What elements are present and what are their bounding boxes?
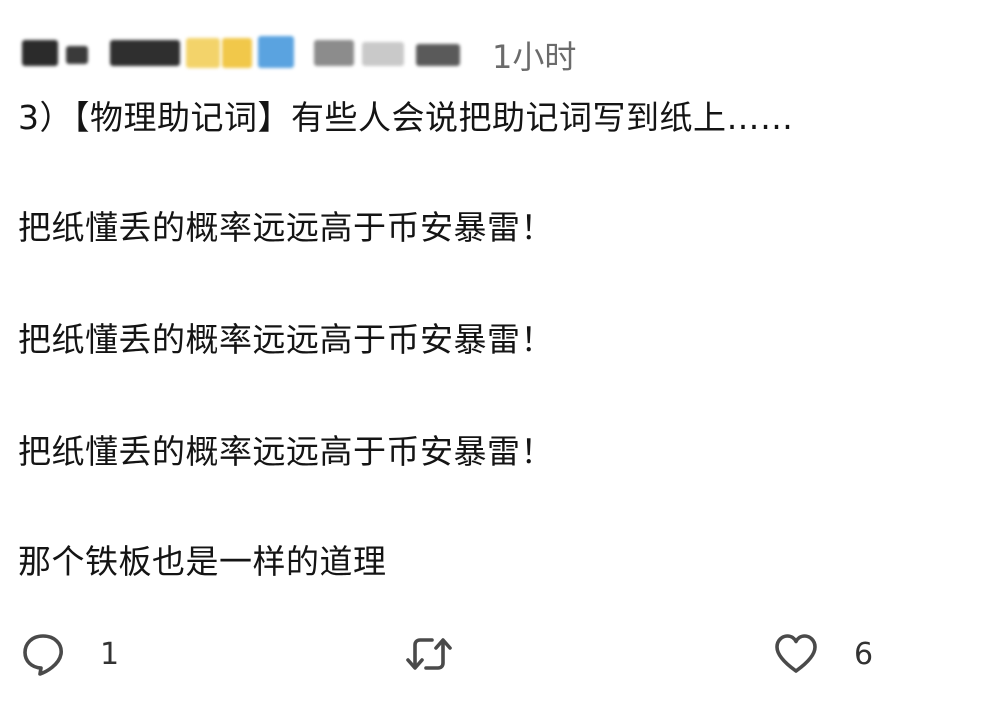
retweet-icon [402,631,456,677]
post-card: 1小时 3）【物理助记词】有些人会说把助记词写到纸上…… 把纸懂丢的概率远远高于… [0,0,982,710]
heart-icon [772,631,820,677]
post-text-line: 把纸懂丢的概率远远高于币安暴雷！ [18,320,554,359]
blur-fragment [22,40,58,66]
reply-button[interactable]: 1 [20,624,119,684]
blur-fragment [416,44,460,66]
post-header: 1小时 [18,30,918,76]
blur-fragment [110,40,180,66]
post-text-line: 把纸懂丢的概率远远高于币安暴雷！ [18,432,554,471]
blur-fragment [362,42,404,66]
blur-fragment [258,36,294,68]
post-text-line: 那个铁板也是一样的道理 [18,542,387,581]
blur-fragment [186,38,220,68]
post-text-line: 把纸懂丢的概率远远高于币安暴雷！ [18,208,554,247]
blur-fragment [222,38,252,68]
blur-fragment [66,46,88,64]
reply-bubble-icon [20,631,66,677]
retweet-button[interactable] [402,624,490,684]
post-text-line: 3）【物理助记词】有些人会说把助记词写到纸上…… [18,98,794,137]
post-timestamp[interactable]: 1小时 [492,32,576,78]
like-count: 6 [854,636,874,672]
like-button[interactable]: 6 [772,624,873,684]
blur-fragment [314,40,354,66]
action-bar: 1 6 [0,624,982,684]
redacted-author-name[interactable] [18,30,468,74]
reply-count: 1 [100,636,120,672]
